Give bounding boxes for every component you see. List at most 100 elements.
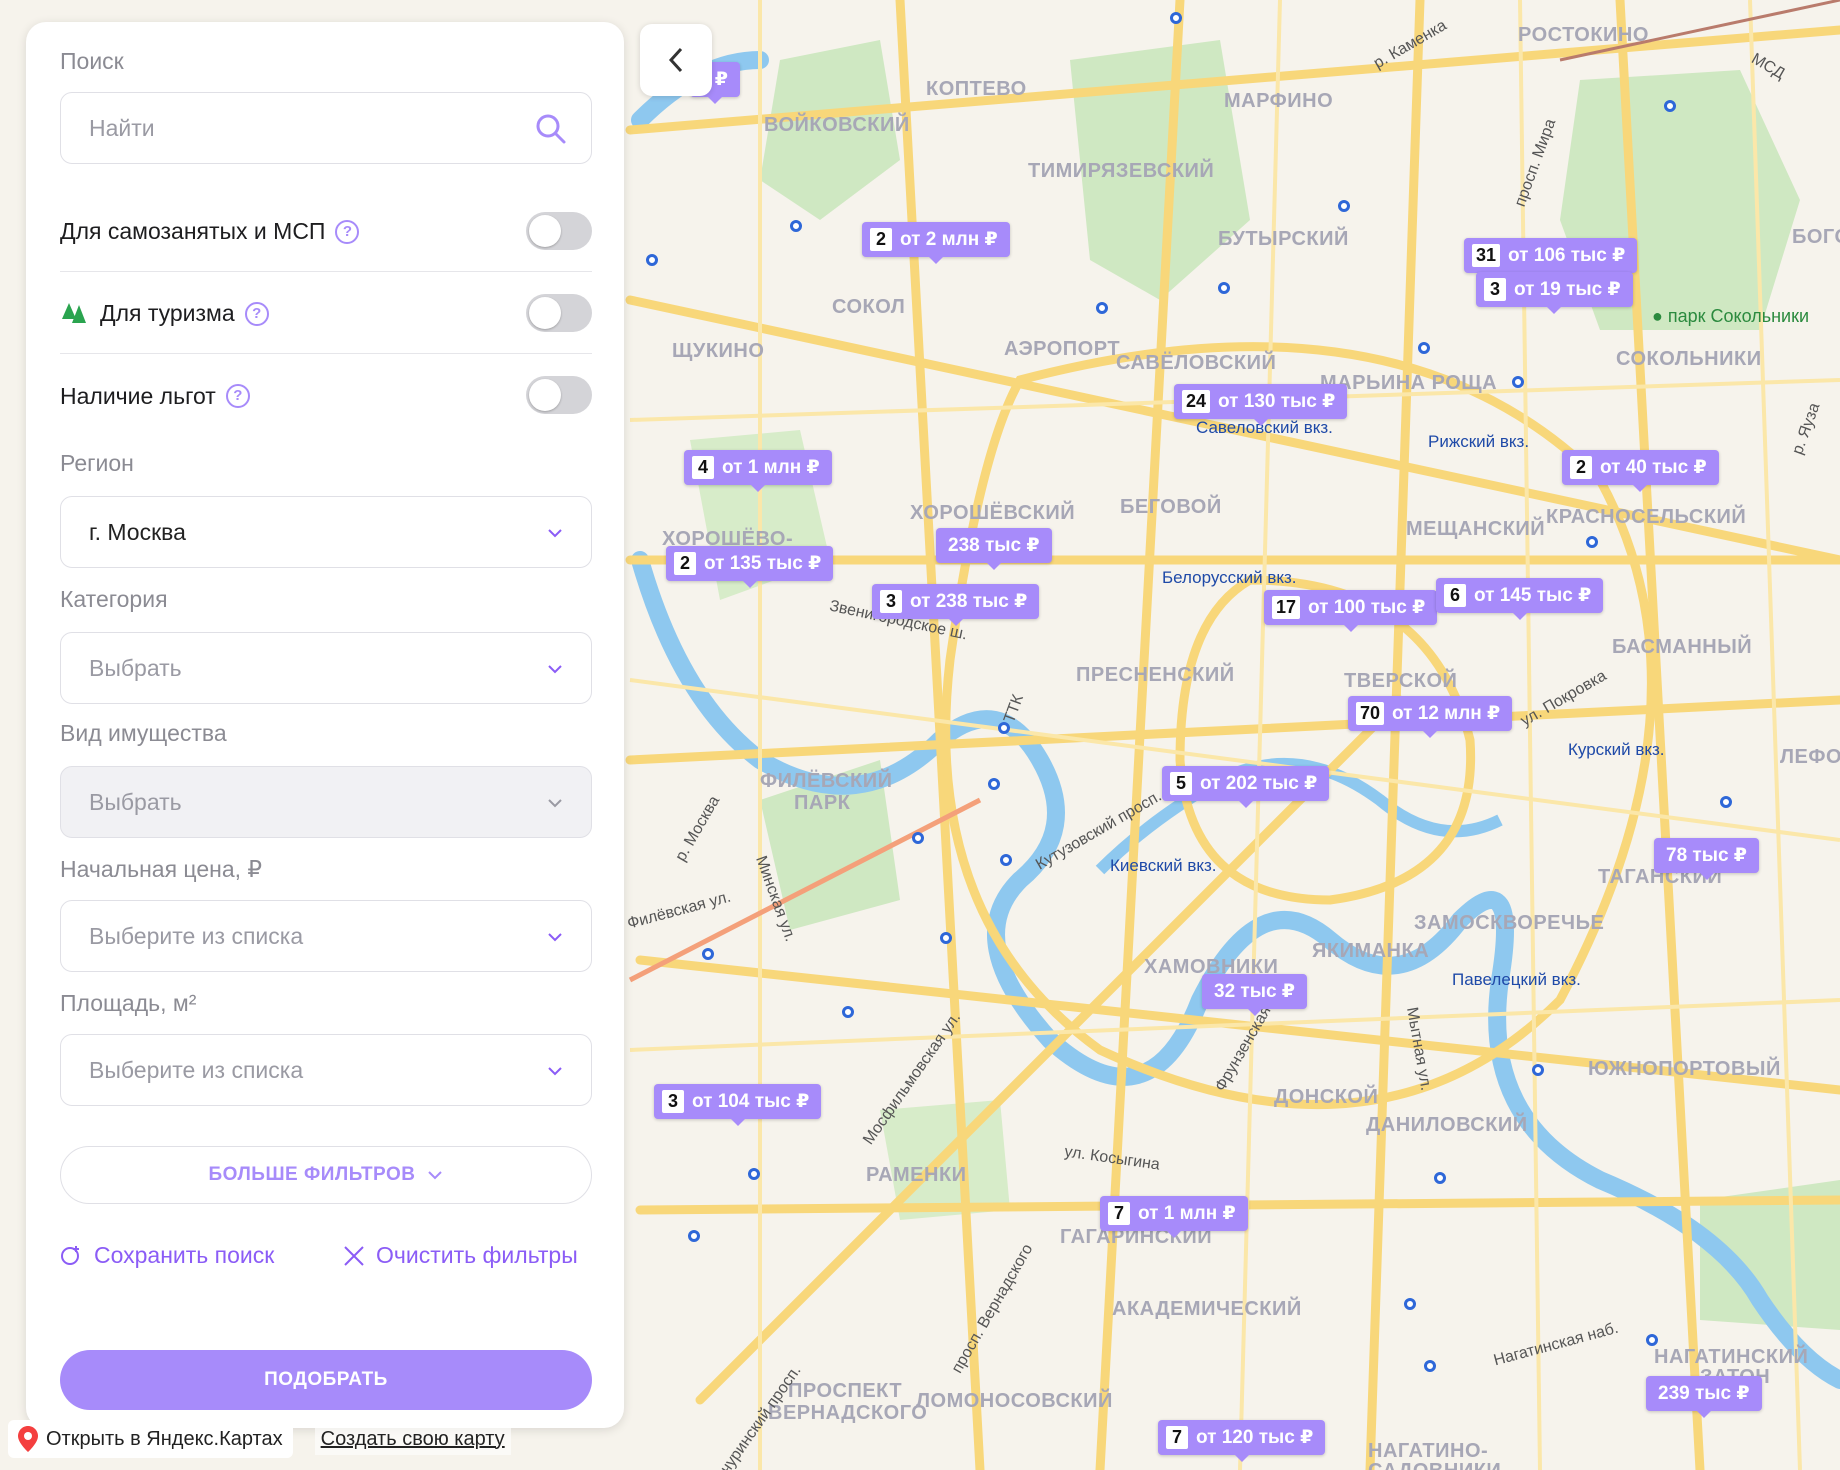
submit-button[interactable]: ПОДОБРАТЬ [60, 1350, 592, 1410]
marker-price: от 104 тыс ₽ [692, 1091, 810, 1112]
district-label: ВЕРНАДСКОГО [768, 1402, 928, 1424]
district-label: ДОНСКОЙ [1274, 1086, 1379, 1108]
district-label: САДОВНИКИ [1368, 1460, 1501, 1470]
metro-station-icon [702, 948, 714, 960]
map-price-marker[interactable]: 31 от 106 тыс ₽ [1464, 238, 1638, 280]
district-label: ВОЙКОВСКИЙ [764, 114, 910, 136]
chevron-left-icon [668, 47, 683, 73]
map-price-marker[interactable]: 4 от 1 млн ₽ [684, 450, 832, 492]
marker-count: 6 [1444, 584, 1466, 607]
metro-station-icon [988, 778, 1000, 790]
metro-station-icon [1338, 200, 1350, 212]
marker-price: от 100 тыс ₽ [1308, 597, 1426, 618]
toggle-switch[interactable] [526, 212, 592, 250]
district-label: ЛЕФОР [1780, 746, 1840, 768]
open-yandex-maps-link[interactable]: Открыть в Яндекс.Картах [8, 1420, 293, 1458]
marker-count: 3 [1484, 278, 1506, 301]
map-price-marker[interactable]: 2 от 135 тыс ₽ [666, 546, 834, 588]
property-type-placeholder: Выбрать [89, 788, 182, 815]
metro-station-icon [1000, 854, 1012, 866]
help-icon[interactable]: ? [244, 301, 269, 326]
collapse-panel-button[interactable] [640, 24, 712, 96]
region-value: г. Москва [89, 518, 186, 545]
help-icon[interactable]: ? [225, 384, 250, 408]
map-price-marker[interactable]: 5 от 202 тыс ₽ [1162, 766, 1330, 808]
map-price-marker[interactable]: 238 тыс ₽ [936, 528, 1052, 570]
toggle-switch[interactable] [526, 376, 592, 414]
toggle-benefits[interactable]: Наличие льгот ? [60, 356, 592, 436]
category-select[interactable]: Выбрать [60, 632, 592, 704]
area-select[interactable]: Выберите из списка [60, 1034, 592, 1106]
district-label: ЩУКИНО [672, 340, 765, 362]
marker-count: 3 [662, 1090, 684, 1113]
metro-station-icon [940, 932, 952, 944]
district-label: БЕГОВОЙ [1120, 496, 1222, 518]
map-price-marker[interactable]: 3 от 19 тыс ₽ [1476, 272, 1633, 314]
map-price-marker[interactable]: 7 от 120 тыс ₽ [1158, 1420, 1326, 1462]
create-map-link[interactable]: Создать свою карту [314, 1423, 511, 1455]
search-placeholder: Найти [89, 114, 155, 141]
map-pin-icon [18, 1426, 38, 1452]
map-price-marker[interactable]: 2 от 2 млн ₽ [862, 222, 1010, 264]
price-select[interactable]: Выберите из списка [60, 900, 592, 972]
marker-price: от 19 тыс ₽ [1514, 279, 1621, 300]
marker-count: 70 [1356, 702, 1385, 725]
district-label: СОКОЛЬНИКИ [1616, 348, 1762, 370]
marker-count: 7 [1108, 1202, 1130, 1225]
map-price-marker[interactable]: 7 от 1 млн ₽ [1100, 1196, 1248, 1238]
more-filters-button[interactable]: БОЛЬШЕ ФИЛЬТРОВ [60, 1146, 592, 1204]
chevron-down-icon [548, 799, 562, 808]
marker-count: 31 [1472, 244, 1501, 267]
tree-icon [62, 302, 86, 323]
metro-station-icon [1096, 302, 1108, 314]
toggle-tourism[interactable]: Для туризма ? [60, 274, 592, 354]
chevron-down-icon [548, 529, 562, 538]
marker-price: от 135 тыс ₽ [704, 553, 822, 574]
toggle-self-employed[interactable]: Для самозанятых и МСП ? [60, 192, 592, 272]
category-label: Категория [60, 586, 168, 612]
district-label: ХОРОШЁВСКИЙ [910, 502, 1076, 524]
map-price-marker[interactable]: 2 от 40 тыс ₽ [1562, 450, 1719, 492]
price-placeholder: Выберите из списка [89, 922, 304, 949]
district-label: БУТЫРСКИЙ [1218, 228, 1349, 250]
district-label: ЮЖНОПОРТОВЫЙ [1588, 1058, 1781, 1080]
metro-station-icon [1170, 12, 1182, 24]
map-price-marker[interactable]: 24 от 130 тыс ₽ [1174, 384, 1348, 426]
marker-price: от 145 тыс ₽ [1474, 585, 1592, 606]
map-price-marker[interactable]: 70 от 12 млн ₽ [1348, 696, 1513, 738]
map-price-marker[interactable]: 6 от 145 тыс ₽ [1436, 578, 1604, 620]
area-placeholder: Выберите из списка [89, 1056, 304, 1083]
map-price-marker[interactable]: 32 тыс ₽ [1202, 974, 1308, 1016]
map-attribution: Открыть в Яндекс.Картах Создать свою кар… [8, 1420, 511, 1458]
metro-station-icon [1646, 1334, 1658, 1346]
help-icon[interactable]: ? [335, 219, 360, 244]
map-price-marker[interactable]: 17 от 100 тыс ₽ [1264, 590, 1438, 632]
marker-count: 2 [870, 228, 892, 251]
save-search-icon [61, 1245, 79, 1265]
area-label: Площадь, м² [60, 990, 197, 1016]
region-select[interactable]: г. Москва [60, 496, 592, 568]
district-label: БАСМАННЫЙ [1612, 636, 1753, 658]
map-price-marker[interactable]: 3 от 104 тыс ₽ [654, 1084, 822, 1126]
district-label: БОГО [1792, 226, 1840, 248]
marker-price: от 238 тыс ₽ [910, 591, 1028, 612]
search-icon[interactable] [535, 113, 567, 145]
search-input[interactable]: Найти [60, 92, 592, 164]
toggle-label: Наличие льгот [60, 382, 216, 409]
map-price-marker[interactable]: 3 от 238 тыс ₽ [872, 584, 1040, 626]
toggle-label: Для туризма [100, 300, 235, 326]
metro-station-icon [1418, 342, 1430, 354]
clear-filters-button[interactable]: Очистить фильтры [342, 1242, 578, 1269]
marker-price: 238 тыс ₽ [948, 535, 1040, 556]
metro-station-icon [1434, 1172, 1446, 1184]
toggle-switch[interactable] [526, 294, 592, 332]
metro-station-icon [688, 1230, 700, 1242]
save-search-button[interactable]: Сохранить поиск [60, 1242, 274, 1269]
district-label: ДАНИЛОВСКИЙ [1366, 1114, 1528, 1136]
filter-panel: Поиск Найти Для самозанятых и МСП ? Для … [26, 22, 624, 1428]
district-label: РАМЕНКИ [866, 1164, 967, 1186]
marker-price: от 130 тыс ₽ [1218, 391, 1336, 412]
map-price-marker[interactable]: 78 тыс ₽ [1654, 838, 1760, 880]
station-label: Курский вкз. [1568, 740, 1665, 759]
map-price-marker[interactable]: 239 тыс ₽ [1646, 1376, 1762, 1418]
